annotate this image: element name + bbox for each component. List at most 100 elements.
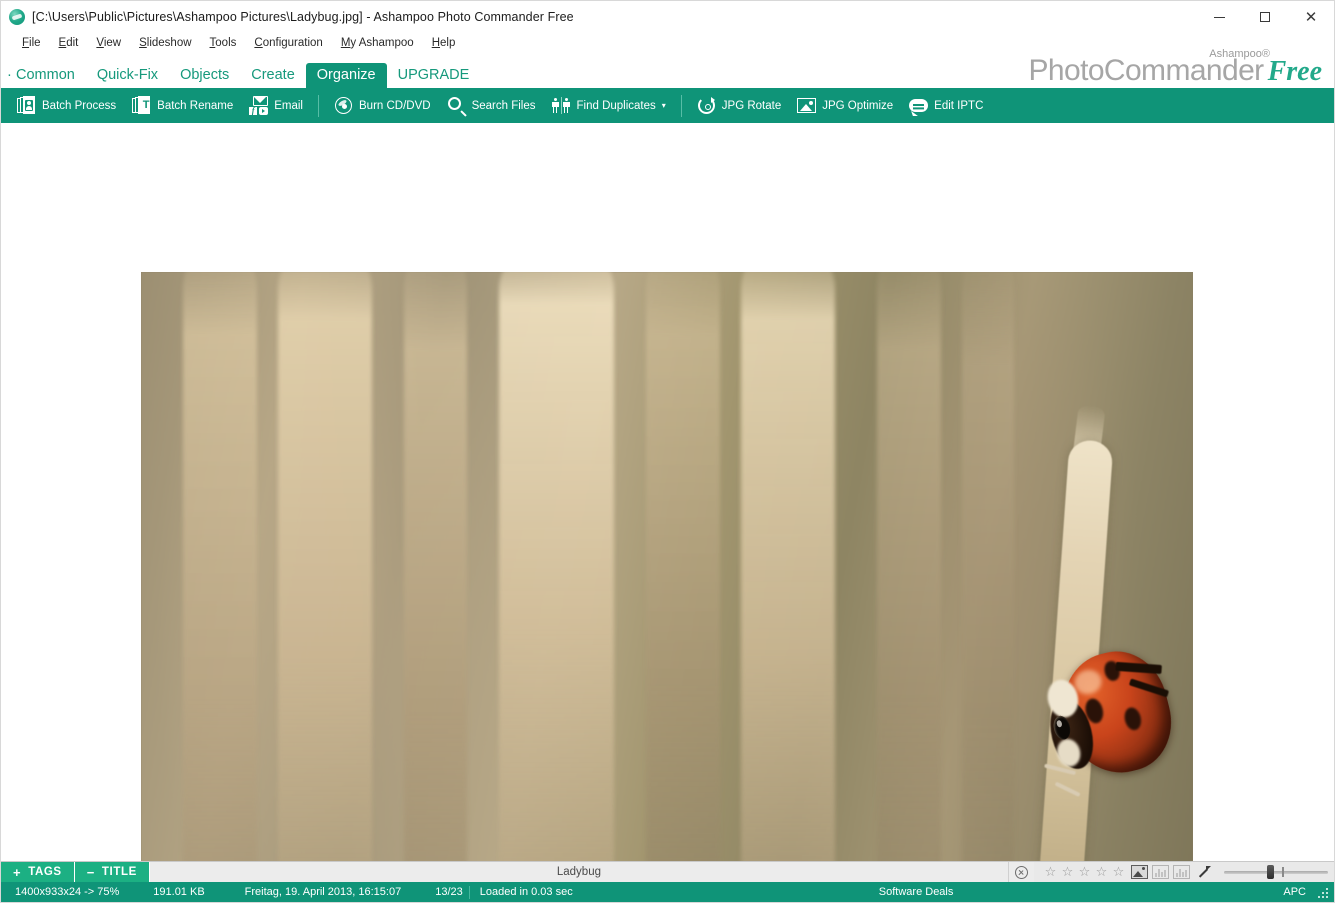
email-button[interactable]: f Email [241,88,311,123]
tab-objects[interactable]: Objects [169,63,240,88]
close-icon: ✕ [1304,7,1318,26]
batch-process-button[interactable]: Batch Process [9,88,124,123]
status-filesize: 191.01 KB [153,886,205,898]
menu-item-edit[interactable]: Edit [50,33,88,54]
grass-stalk [498,272,615,861]
grass-stalk [961,272,1015,861]
product-logo: Ashampoo® PhotoCommander Free [1029,49,1323,86]
tags-button[interactable]: + TAGS [1,862,74,882]
jpg-optimize-label: JPG Optimize [822,99,894,112]
status-loadtime: Loaded in 0.03 sec [479,886,573,898]
toolbar-separator-1 [318,94,319,117]
tab-upgrade[interactable]: UPGRADE [387,63,481,88]
search-files-button[interactable]: Search Files [439,88,544,123]
find-duplicates-label: Find Duplicates [576,99,656,112]
tab-quick-fix[interactable]: Quick-Fix [86,63,169,88]
batch-rename-icon: T [132,96,151,115]
batch-process-icon [17,96,36,115]
image-icon [797,96,817,115]
menu-item-configuration[interactable]: Configuration [245,33,331,54]
title-label: TITLE [101,866,137,878]
minimize-icon [1213,16,1225,18]
rating-star-3[interactable]: ☆ [1076,865,1093,880]
minus-icon: − [86,864,95,880]
maximize-icon [1260,12,1270,22]
find-duplicates-button[interactable]: Find Duplicates ▾ [544,88,674,123]
toolbar-separator-2 [680,94,682,117]
tab-create[interactable]: Create [240,63,306,88]
plus-icon: + [13,864,22,880]
status-software-deals[interactable]: Software Deals [873,886,960,898]
grass-stalk [740,272,836,861]
batch-process-label: Batch Process [42,99,117,112]
grass-stalk [183,272,257,861]
grass-stalk [877,272,941,861]
tags-title-bar: + TAGS − TITLE Ladybug ☆ ☆ ☆ ☆ ☆ [1,861,1334,882]
jpg-optimize-button[interactable]: JPG Optimize [789,88,901,123]
rating-star-1[interactable]: ☆ [1042,865,1059,880]
brand-edition: Free [1267,56,1322,87]
people-icon [551,96,571,115]
application-window: [C:\Users\Public\Pictures\Ashampoo Pictu… [0,0,1335,903]
menu-item-my-ashampoo[interactable]: My Ashampoo [332,33,423,54]
grass-stalk [645,272,720,861]
batch-rename-button[interactable]: T Batch Rename [124,88,241,123]
rating-star-5[interactable]: ☆ [1110,865,1127,880]
disc-icon [334,96,353,115]
status-index: 13/23 [435,886,463,898]
title-input[interactable]: Ladybug [148,862,1008,882]
menu-item-tools[interactable]: Tools [201,33,246,54]
email-label: Email [274,99,303,112]
status-datetime: Freitag, 19. April 2013, 16:15:07 [244,886,402,898]
tab-organize[interactable]: Organize [305,63,387,94]
edit-iptc-button[interactable]: Edit IPTC [901,88,991,123]
zoom-slider[interactable] [1224,865,1328,879]
tab-bar: Common Quick-Fix Objects Create Organize… [1,54,481,94]
organize-toolbar: Batch Process T Batch Rename f Email Bur… [1,88,1334,123]
jpg-rotate-label: JPG Rotate [721,99,782,112]
search-files-label: Search Files [471,99,536,112]
title-button[interactable]: − TITLE [73,862,149,882]
search-icon [447,96,466,115]
resize-grip-icon[interactable] [1316,886,1328,898]
maximize-button[interactable] [1242,1,1288,33]
rating-star-4[interactable]: ☆ [1093,865,1110,880]
rating-star-2[interactable]: ☆ [1059,865,1076,880]
email-share-icon: f [249,96,269,115]
edit-iptc-label: Edit IPTC [934,99,984,112]
histogram-rgb-icon[interactable] [1173,865,1190,879]
rotate-icon [697,96,716,115]
histogram-icon[interactable] [1152,865,1169,879]
speech-bubble-icon [909,96,929,115]
status-dimensions: 1400x933x24 -> 75% [15,886,120,898]
image-preview-icon[interactable] [1131,865,1148,879]
menu-item-file[interactable]: File [13,33,50,54]
menu-item-slideshow[interactable]: Slideshow [130,33,200,54]
menu-item-help[interactable]: Help [423,33,465,54]
clear-circle-icon [1015,865,1028,879]
ashampoo-logo-icon [9,9,25,25]
brand-name: PhotoCommander [1028,54,1265,87]
title-input-value: Ladybug [556,866,601,878]
status-bar: 1400x933x24 -> 75% 191.01 KB Freitag, 19… [1,882,1334,902]
image-canvas[interactable]: LADYBUG PHOTOGRAPHY © 2013 ALEXANDER KIS… [1,123,1334,861]
tab-bar-row: Common Quick-Fix Objects Create Organize… [1,49,1334,94]
zoom-slider-thumb[interactable] [1266,865,1274,879]
tags-label: TAGS [28,866,62,878]
batch-rename-label: Batch Rename [157,99,234,112]
photo-viewer[interactable]: LADYBUG PHOTOGRAPHY © 2013 ALEXANDER KIS… [141,272,1193,861]
jpg-rotate-button[interactable]: JPG Rotate [689,88,789,123]
grass-stalk [277,272,373,861]
clear-title-button[interactable] [1008,862,1034,882]
chevron-down-icon[interactable]: ▾ [662,101,666,110]
title-bar: [C:\Users\Public\Pictures\Ashampoo Pictu… [1,1,1334,33]
minimize-button[interactable] [1196,1,1242,33]
burn-cd-dvd-label: Burn CD/DVD [359,99,431,112]
tab-common[interactable]: Common [5,63,86,88]
fullscreen-arrow-icon[interactable] [1195,865,1212,879]
view-controls: ☆ ☆ ☆ ☆ ☆ [1034,862,1334,882]
close-button[interactable]: ✕ [1288,1,1334,33]
status-apc: APC [1283,886,1306,898]
grass-stalk [404,272,468,861]
menu-item-view[interactable]: View [87,33,130,54]
